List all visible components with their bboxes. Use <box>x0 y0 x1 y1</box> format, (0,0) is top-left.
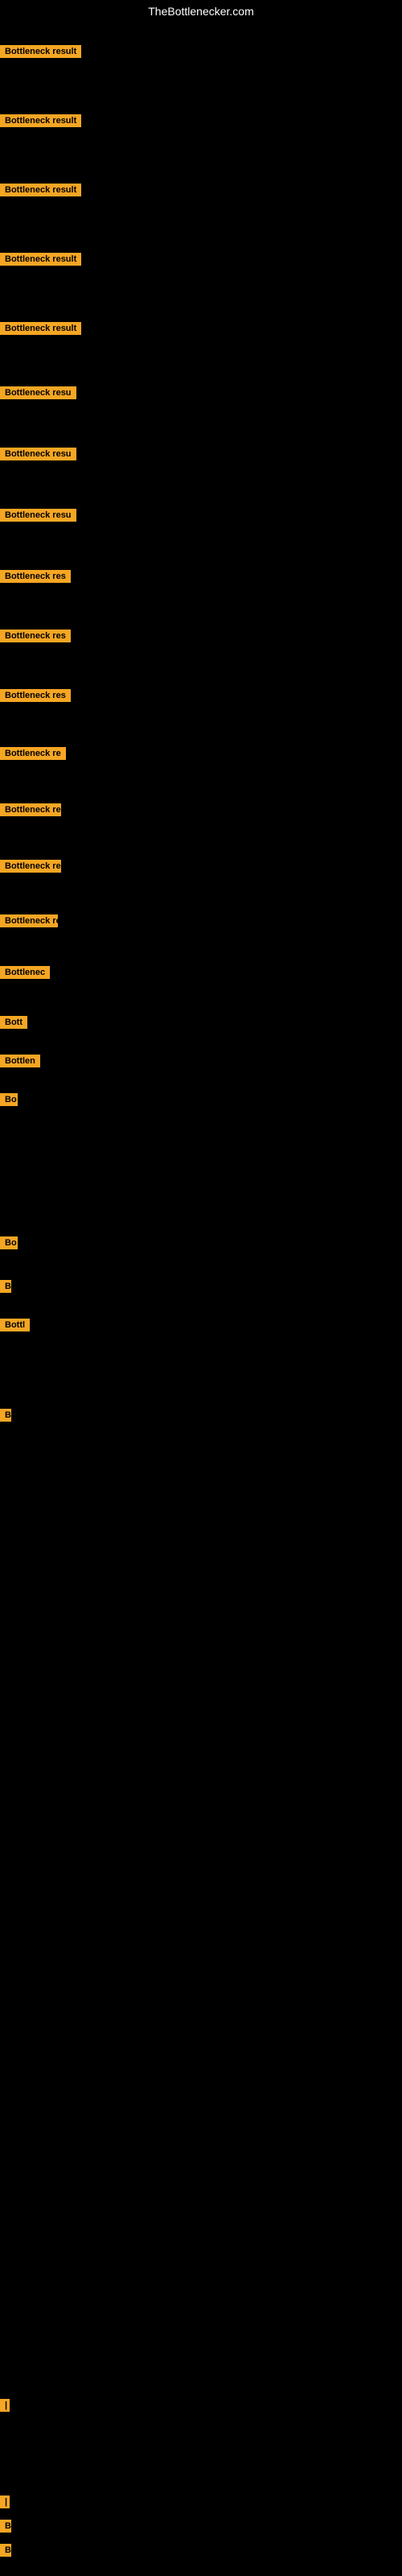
bottleneck-badge: Bottleneck res <box>0 689 71 702</box>
bottleneck-badge: B <box>0 1409 11 1422</box>
bottleneck-badge: Bottlenec <box>0 966 50 979</box>
bottleneck-badge: Bottl <box>0 1319 30 1331</box>
bottleneck-badge: Bottleneck result <box>0 253 81 266</box>
bottleneck-badge: Bottleneck res <box>0 570 71 583</box>
bottleneck-badge: Bottleneck result <box>0 114 81 127</box>
bottleneck-badge: Bottleneck resu <box>0 509 76 522</box>
bottleneck-badge: B <box>0 2520 11 2533</box>
bottleneck-badge: Bottleneck result <box>0 184 81 196</box>
bottleneck-badge: Bottleneck re <box>0 860 61 873</box>
bottleneck-badge: Bottleneck result <box>0 45 81 58</box>
bottleneck-badge: Bottlen <box>0 1055 40 1067</box>
bottleneck-badge: | <box>0 2399 10 2412</box>
bottleneck-badge: Bottleneck resu <box>0 386 76 399</box>
bottleneck-badge: Bottleneck resu <box>0 448 76 460</box>
bottleneck-badge: Bottleneck re <box>0 914 58 927</box>
bottleneck-badge: B <box>0 2544 11 2557</box>
bottleneck-badge: Bott <box>0 1016 27 1029</box>
bottleneck-badge: Bottleneck re <box>0 803 61 816</box>
bottleneck-badge: Bottleneck re <box>0 747 66 760</box>
bottleneck-badge: Bo <box>0 1093 18 1106</box>
bottleneck-badge: Bottleneck res <box>0 630 71 642</box>
bottleneck-badge: Bo <box>0 1236 18 1249</box>
bottleneck-badge: Bottleneck result <box>0 322 81 335</box>
bottleneck-badge: | <box>0 2496 10 2508</box>
bottleneck-badge: B <box>0 1280 11 1293</box>
site-title: TheBottlenecker.com <box>0 0 402 23</box>
